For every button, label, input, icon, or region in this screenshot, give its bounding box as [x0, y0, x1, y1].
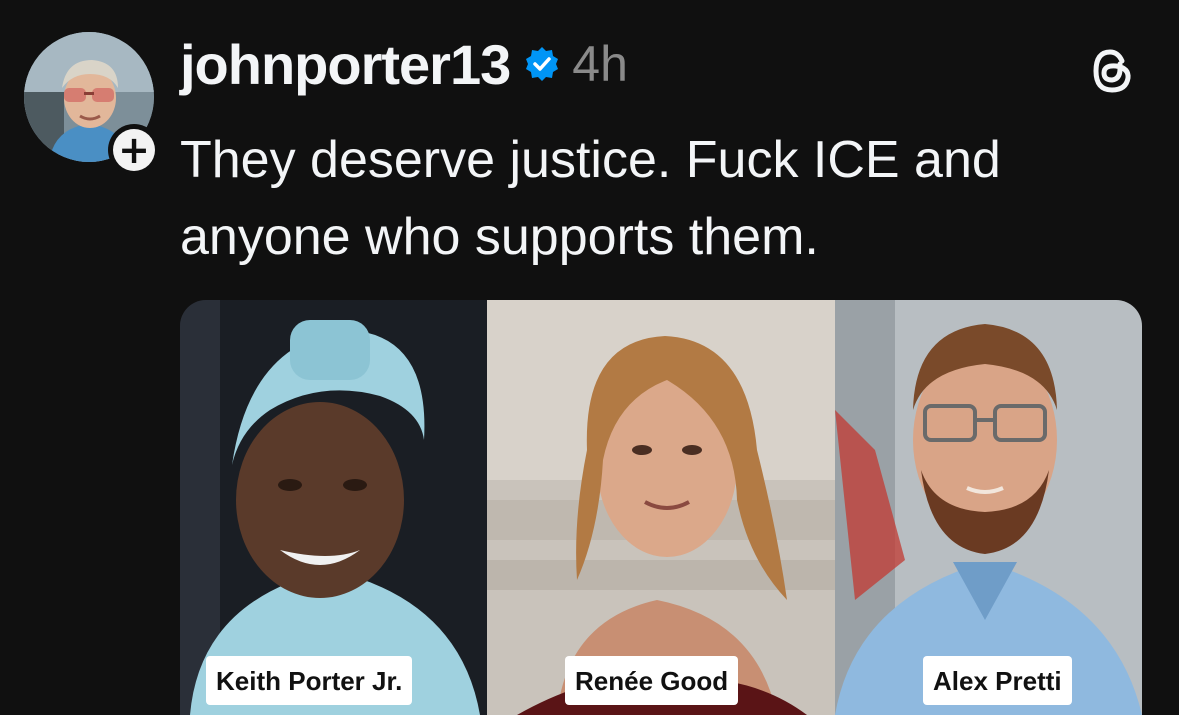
threads-post: + johnporter13 4h They deserve justice. …: [0, 0, 1179, 715]
username[interactable]: johnporter13: [180, 32, 511, 97]
author-avatar[interactable]: +: [24, 32, 160, 176]
photo-panel-2: Renée Good: [487, 300, 835, 715]
post-image[interactable]: Keith Porter Jr. Renée Good Alex Pretti: [180, 300, 1142, 715]
post-timestamp: 4h: [572, 36, 628, 92]
name-label: Renée Good: [565, 656, 739, 705]
photo-panel-1: Keith Porter Jr.: [180, 300, 487, 715]
photo-panel-3: Alex Pretti: [835, 300, 1142, 715]
plus-icon: +: [113, 129, 155, 171]
follow-button[interactable]: +: [108, 124, 160, 176]
name-label: Keith Porter Jr.: [206, 656, 413, 705]
post-header: johnporter13 4h: [180, 28, 628, 100]
post-caption: They deserve justice. Fuck ICE and anyon…: [180, 131, 1001, 266]
name-label: Alex Pretti: [923, 656, 1072, 705]
verified-badge-icon: [524, 46, 560, 82]
threads-logo-icon[interactable]: [1086, 44, 1138, 96]
